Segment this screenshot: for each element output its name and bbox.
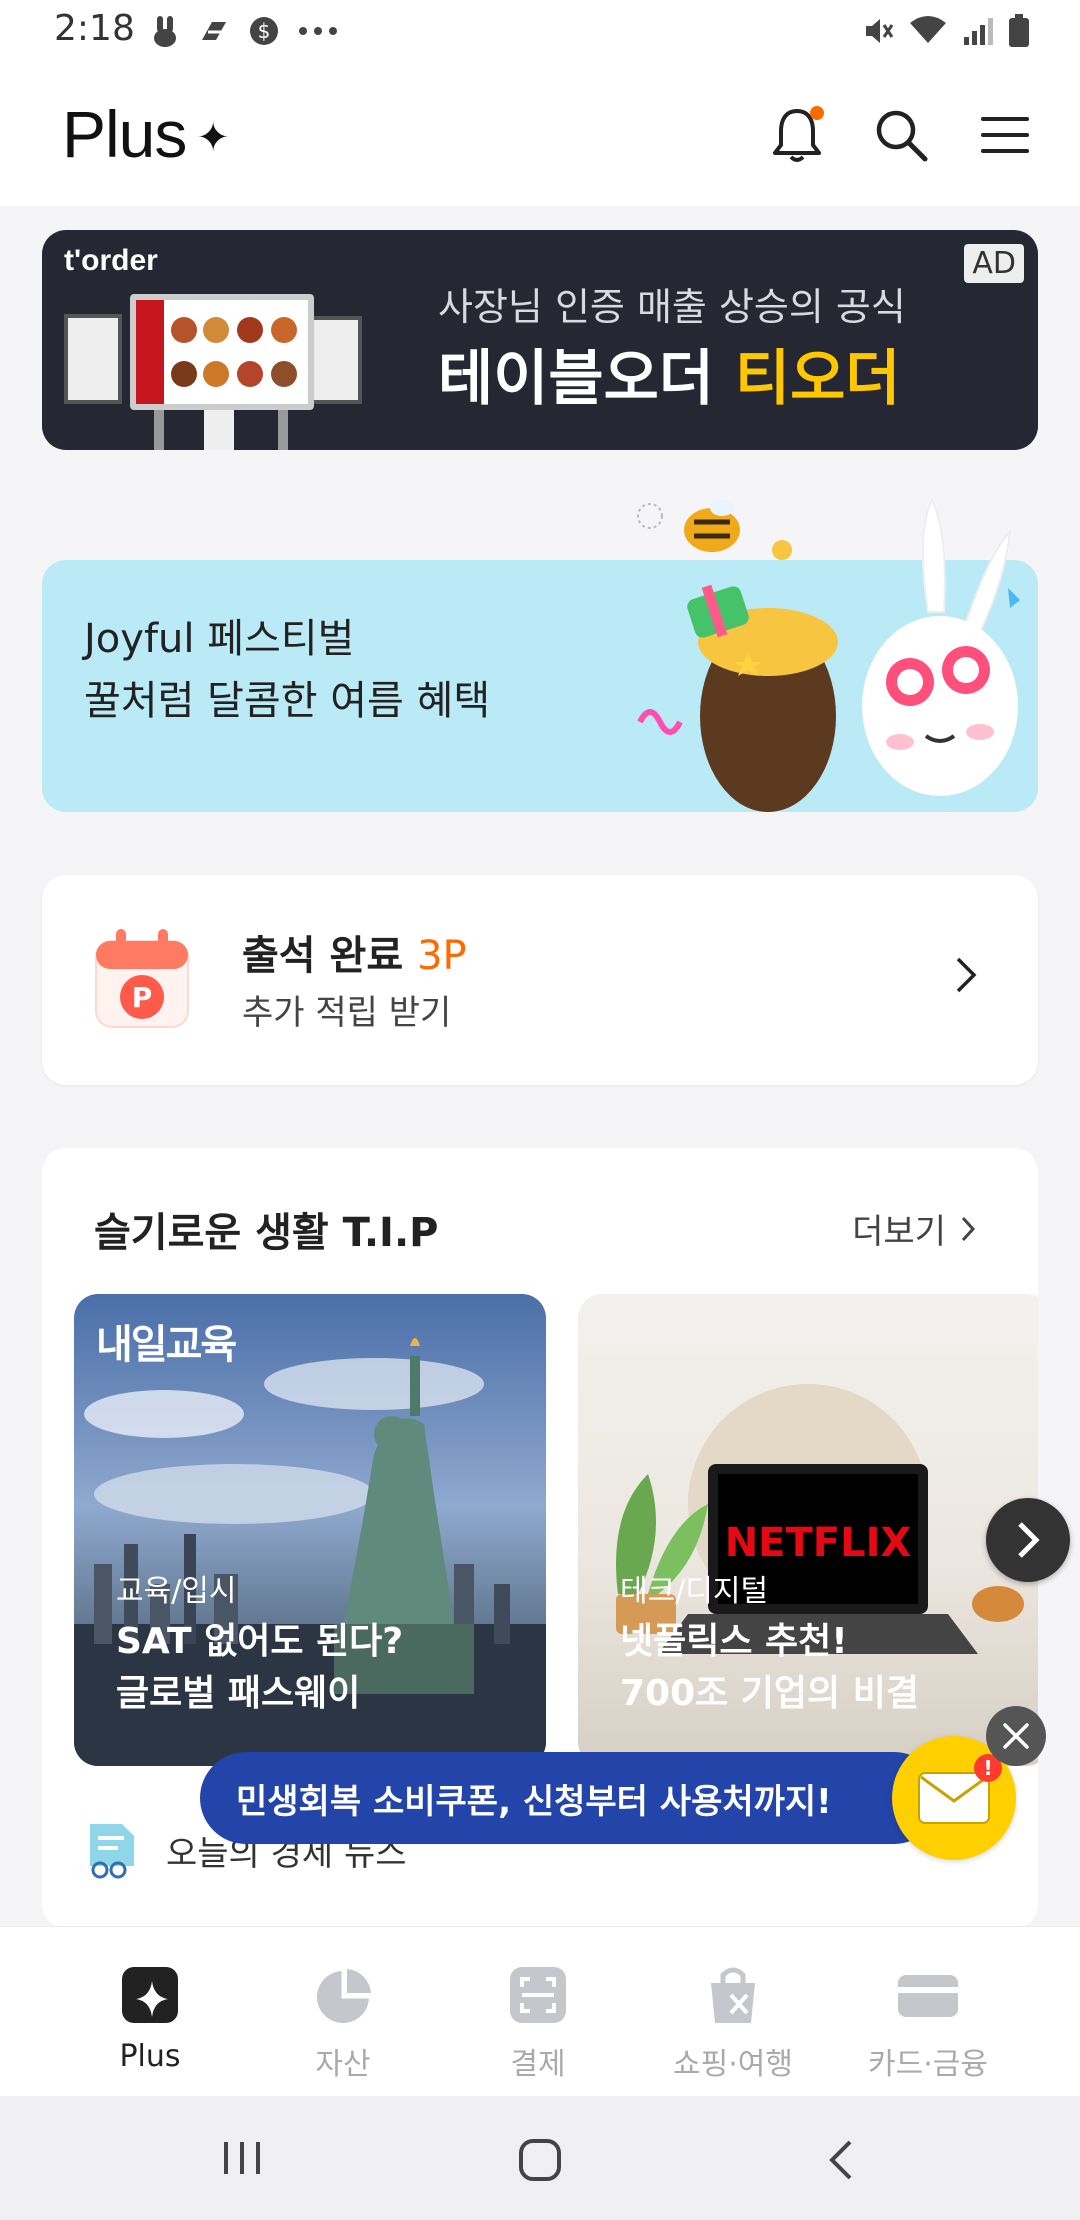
bottom-navigation: Plus 자산 결제 쇼핑·여행 카드·금융 <box>0 1926 1080 2097</box>
kiosk-image <box>64 294 362 450</box>
tip-card-tech[interactable]: NETFLIX 테크/디지털 넷플릭스 추천! 700조 기업의 비결 <box>578 1294 1038 1766</box>
plus-sparkle-icon <box>122 1967 178 2023</box>
attendance-status: 출석 완료 <box>242 933 404 979</box>
status-left-icons: $ <box>150 14 338 48</box>
chevron-right-icon <box>961 1216 976 1241</box>
tip-card-headline-line1: SAT 없어도 된다? <box>116 1621 404 1662</box>
tip-card-headline: SAT 없어도 된다? 글로벌 패스웨이 <box>116 1616 403 1720</box>
nav-item-assets[interactable]: 자산 <box>253 1963 433 2083</box>
attendance-points: 3P <box>417 933 467 979</box>
tip-card-headline-line2: 글로벌 패스웨이 <box>116 1673 361 1714</box>
shopping-bag-icon <box>711 1967 755 2023</box>
tip-card-education[interactable]: 내일교육 교육/입시 SAT 없어도 된다? 글로벌 패스웨이 <box>74 1294 546 1766</box>
attendance-title: 출석 완료 3P <box>242 923 467 981</box>
tip-card-brand: 내일교육 <box>96 1322 237 1368</box>
nav-label: 자산 <box>315 2047 371 2082</box>
chevron-right-icon <box>956 957 977 993</box>
tips-title: 슬기로운 생활 T.I.P <box>94 1210 439 1256</box>
tip-card-headline: 넷플릭스 추천! 700조 기업의 비결 <box>620 1616 919 1720</box>
app-header: Plus ✦ <box>0 66 1080 206</box>
close-icon <box>1003 1723 1029 1749</box>
ad-title: 테이블오더 티오더 <box>438 330 901 417</box>
mute-icon <box>866 19 894 43</box>
ad-title-highlight: 티오더 <box>734 344 901 414</box>
status-bar: 2:18 $ <box>0 0 1080 66</box>
recent-apps-icon[interactable] <box>220 2138 264 2178</box>
pie-chart-icon <box>317 1969 371 2023</box>
tips-more-link[interactable]: 더보기 <box>852 1204 976 1253</box>
ad-logo: t'order <box>64 244 158 277</box>
calendar-point-icon: P <box>95 929 189 1028</box>
festival-character-illustration <box>637 497 1020 812</box>
ad-banner[interactable]: t'order AD 사장님 인증 매출 상승의 공식 테이블오더 티오더 <box>42 230 1038 450</box>
nav-label: 결제 <box>510 2047 566 2082</box>
carousel-next-button[interactable] <box>986 1498 1070 1582</box>
news-reader-icon <box>90 1824 134 1879</box>
nav-item-shopping[interactable]: 쇼핑·여행 <box>643 1963 823 2083</box>
netflix-logo-text: NETFLIX <box>725 1520 912 1566</box>
festival-text: Joyful 페스티벌 꿀처럼 달콤한 여름 혜택 <box>84 608 490 732</box>
rabbit-icon <box>154 16 176 47</box>
scan-frame-icon <box>510 1967 566 2023</box>
tip-card-headline-line1: 넷플릭스 추천! <box>620 1621 848 1662</box>
s-circle-icon: $ <box>250 17 278 45</box>
back-icon[interactable] <box>826 2138 856 2182</box>
coupon-promo-text: 민생회복 소비쿠폰, 신청부터 사용처까지! <box>236 1781 832 1822</box>
nav-label: Plus <box>119 2039 181 2074</box>
search-icon <box>876 110 928 162</box>
status-right-icons <box>862 14 1030 48</box>
nav-item-payment[interactable]: 결제 <box>448 1963 628 2083</box>
hamburger-icon <box>981 117 1029 153</box>
brand-logo[interactable]: Plus ✦ <box>62 96 230 172</box>
svg-text:$: $ <box>258 19 271 43</box>
close-floating-button[interactable] <box>986 1706 1046 1766</box>
brand-sparkle-icon: ✦ <box>196 116 230 160</box>
festival-line2: 꿀처럼 달콤한 여름 혜택 <box>84 678 491 724</box>
tips-more-label: 더보기 <box>852 1212 946 1252</box>
card-icon <box>898 1975 958 2017</box>
status-time: 2:18 <box>54 8 135 49</box>
chevron-right-icon <box>1018 1522 1040 1558</box>
more-dots-icon <box>299 27 337 35</box>
home-icon[interactable] <box>518 2138 562 2182</box>
system-navigation-bar <box>0 2096 1080 2220</box>
svg-text:P: P <box>132 981 153 1014</box>
ad-subtitle: 사장님 인증 매출 상승의 공식 <box>438 285 906 329</box>
search-button[interactable] <box>866 100 936 170</box>
ad-title-main: 테이블오더 <box>438 344 714 414</box>
nav-item-card-finance[interactable]: 카드·금융 <box>838 1963 1018 2083</box>
nav-item-plus[interactable]: Plus <box>60 1963 240 2074</box>
menu-button[interactable] <box>970 100 1040 170</box>
tip-card-category: 교육/입시 <box>116 1574 237 1609</box>
coupon-promo-pill[interactable]: 민생회복 소비쿠폰, 신청부터 사용처까지! <box>200 1752 940 1844</box>
notification-dot <box>810 106 824 120</box>
signal-icon <box>964 18 993 45</box>
tip-card-category: 테크/디지털 <box>620 1574 769 1609</box>
notification-button[interactable] <box>762 100 832 170</box>
nav-label: 카드·금융 <box>868 2047 988 2082</box>
festival-line1: Joyful 페스티벌 <box>84 616 355 662</box>
battery-icon <box>1009 14 1029 47</box>
s-app-icon <box>202 22 226 40</box>
wifi-icon <box>910 16 946 43</box>
tip-card-headline-line2: 700조 기업의 비결 <box>620 1673 919 1714</box>
nav-label: 쇼핑·여행 <box>673 2047 793 2082</box>
attendance-subtitle: 추가 적립 받기 <box>242 993 452 1033</box>
attendance-card[interactable]: P 출석 완료 3P 추가 적립 받기 <box>42 875 1038 1085</box>
brand-name: Plus <box>62 97 187 171</box>
ad-badge: AD <box>964 244 1024 283</box>
